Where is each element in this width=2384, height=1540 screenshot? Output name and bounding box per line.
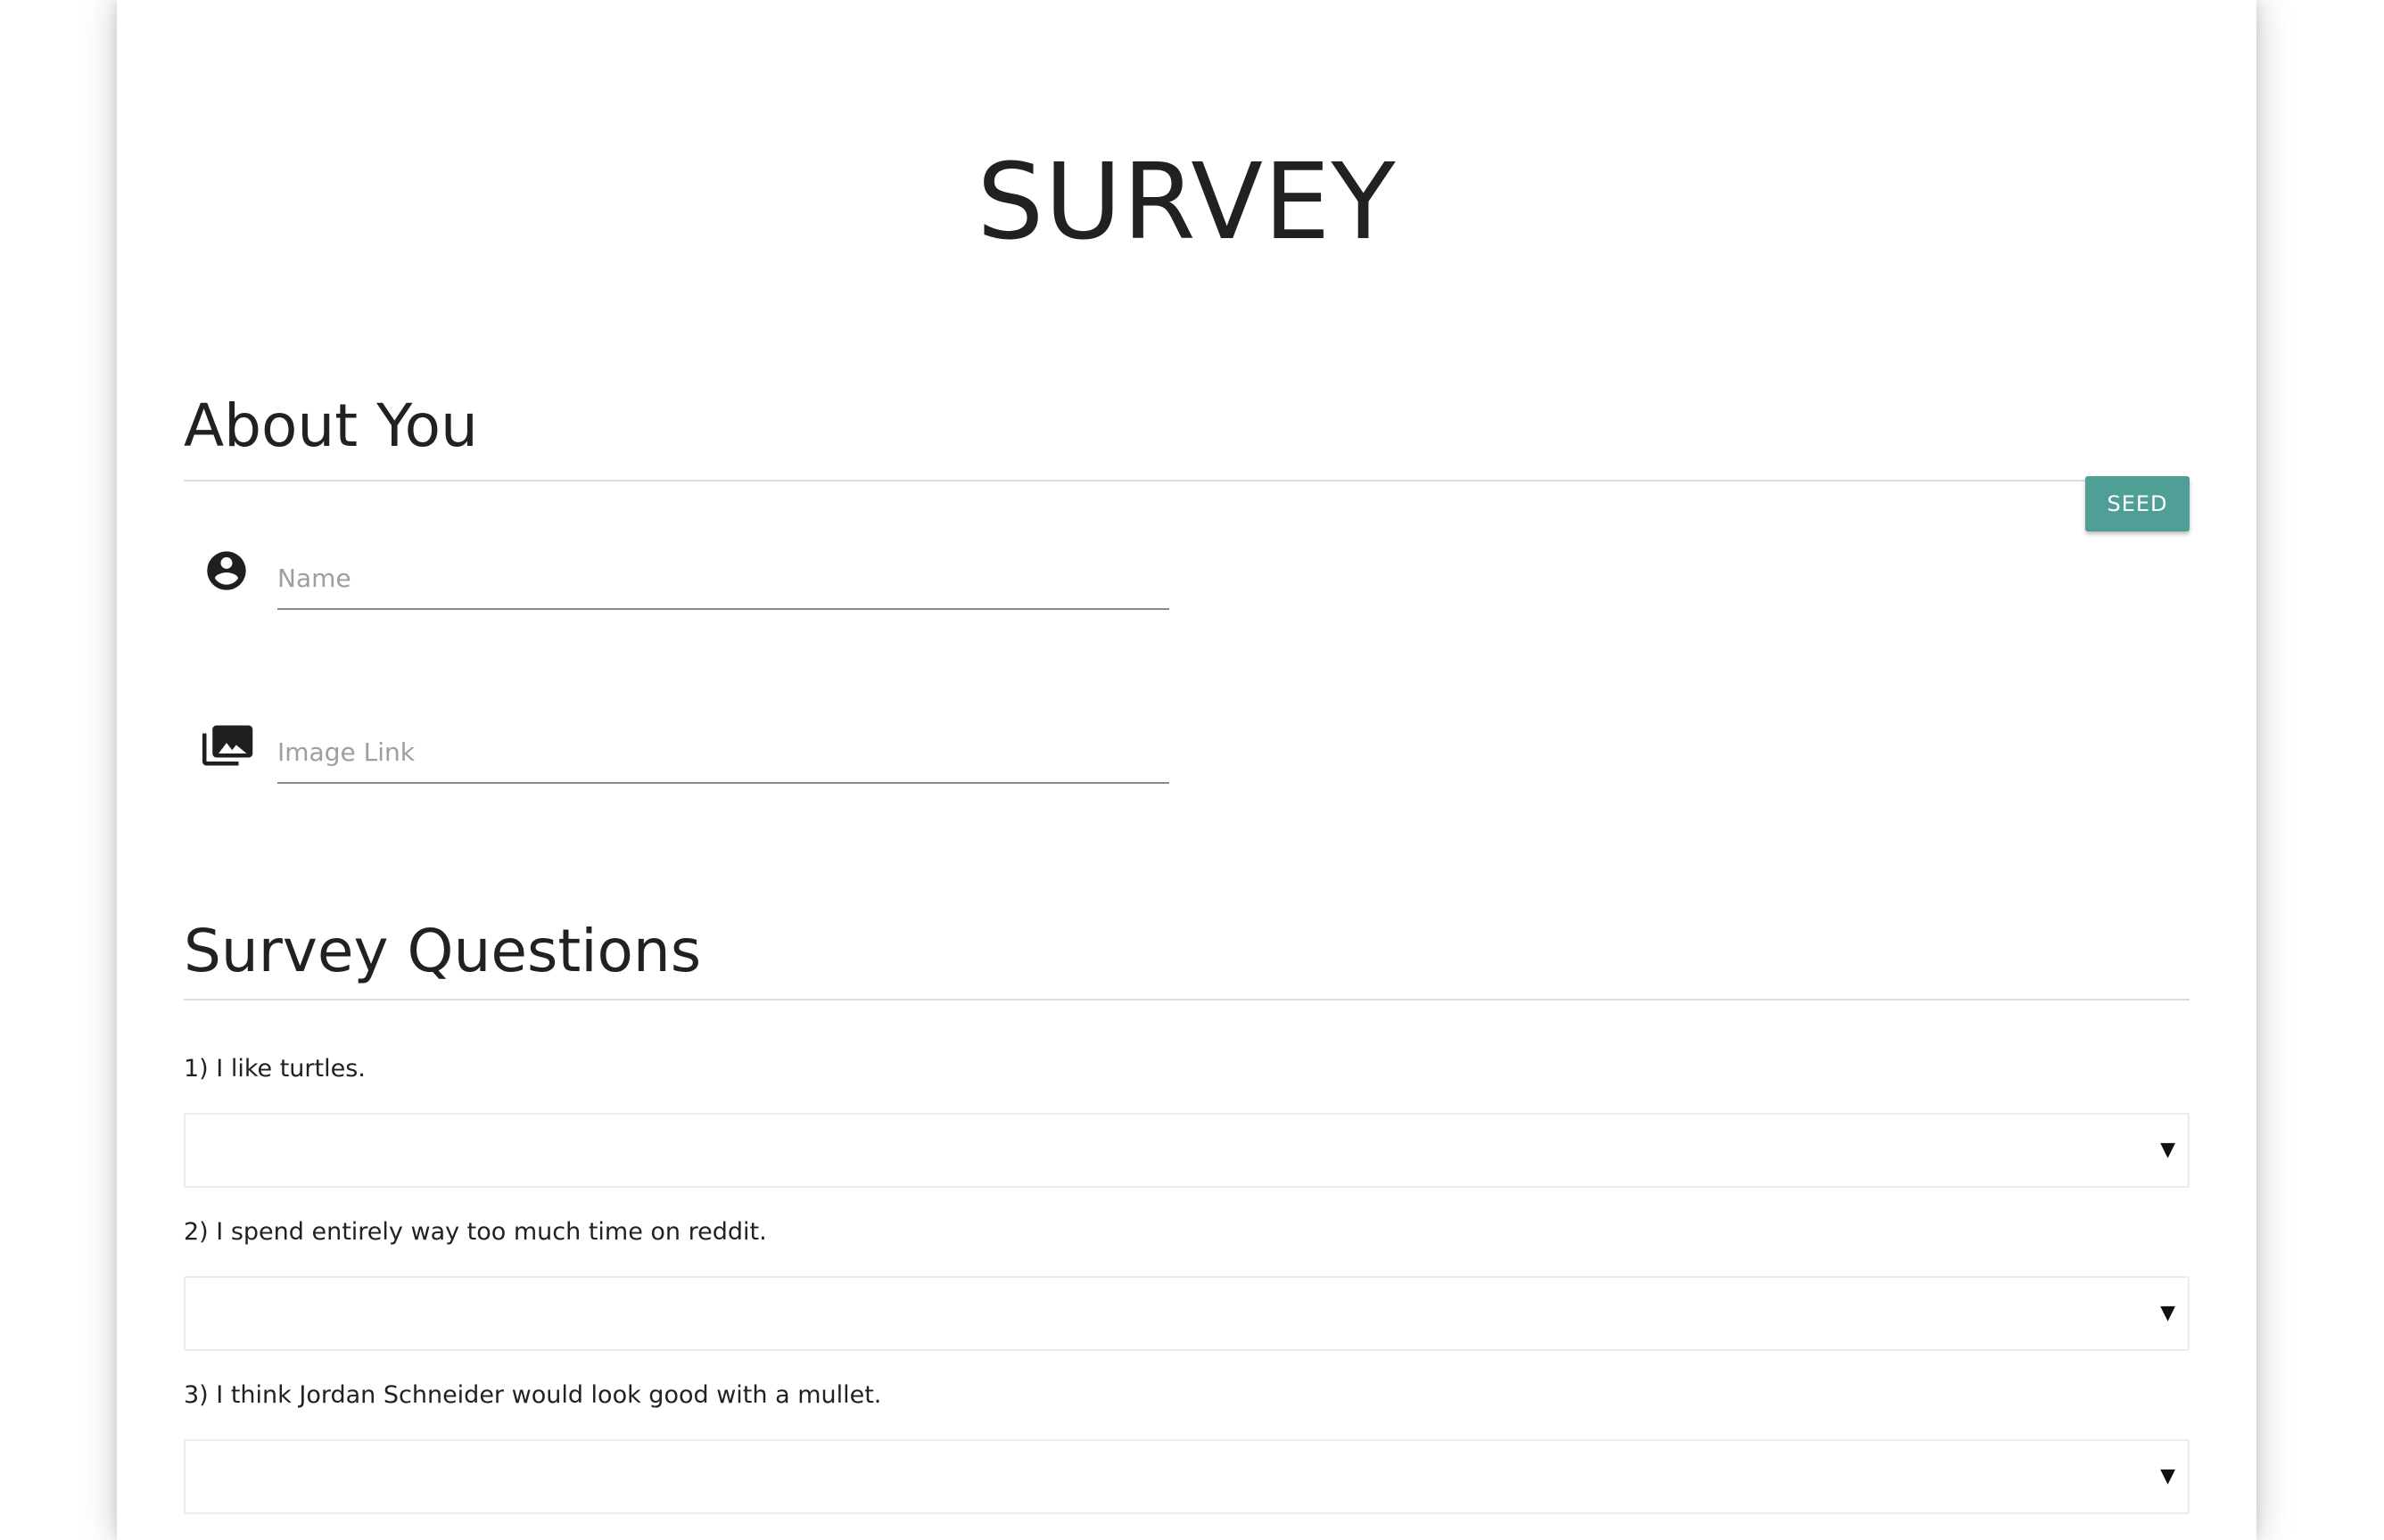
about-you-heading: About You bbox=[184, 391, 478, 460]
survey-questions-divider bbox=[184, 999, 2190, 1001]
image-link-input[interactable] bbox=[277, 727, 1169, 784]
question-1-label: 1) I like turtles. bbox=[184, 1055, 366, 1083]
question-3-label: 3) I think Jordan Schneider would look g… bbox=[184, 1381, 882, 1409]
about-you-divider bbox=[184, 480, 2190, 482]
question-3-select[interactable]: ▼ bbox=[184, 1439, 2190, 1514]
page-title: SURVEY bbox=[977, 140, 1397, 263]
page-background: SURVEY About You SEED Survey Questions 1… bbox=[0, 0, 2384, 1540]
photo-library-icon bbox=[199, 718, 254, 773]
survey-questions-heading: Survey Questions bbox=[184, 917, 702, 985]
caret-down-icon: ▼ bbox=[2160, 1139, 2175, 1161]
question-2-label: 2) I spend entirely way too much time on… bbox=[184, 1218, 767, 1246]
survey-card: SURVEY About You SEED Survey Questions 1… bbox=[117, 0, 2256, 1540]
name-input[interactable] bbox=[277, 553, 1169, 610]
question-1-select[interactable]: ▼ bbox=[184, 1113, 2190, 1188]
account-circle-icon bbox=[199, 543, 254, 598]
seed-button[interactable]: SEED bbox=[2085, 476, 2190, 531]
caret-down-icon: ▼ bbox=[2160, 1465, 2175, 1487]
question-2-select[interactable]: ▼ bbox=[184, 1276, 2190, 1351]
caret-down-icon: ▼ bbox=[2160, 1302, 2175, 1324]
